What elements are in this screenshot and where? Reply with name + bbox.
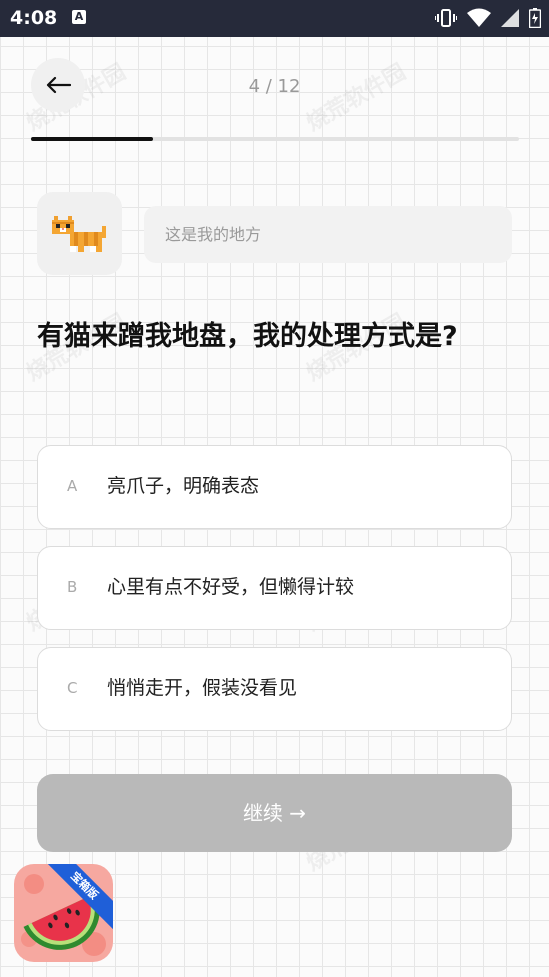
option-label: 亮爪子，明确表态 bbox=[107, 475, 260, 497]
battery-icon bbox=[529, 8, 541, 28]
status-time: 4:08 bbox=[10, 7, 58, 29]
signal-icon bbox=[501, 9, 519, 27]
notification-a-icon: A bbox=[72, 10, 86, 24]
progress-counter: 4 / 12 bbox=[248, 76, 301, 97]
watermelon-app-icon[interactable]: 宝箱版 bbox=[14, 864, 113, 962]
status-icons bbox=[435, 8, 541, 28]
option-b[interactable]: B 心里有点不好受，但懒得计较 bbox=[37, 546, 512, 630]
progress-bar-fill bbox=[31, 137, 153, 141]
option-letter: A bbox=[67, 477, 78, 495]
continue-button[interactable]: 继续 → bbox=[37, 774, 512, 852]
status-bar: 4:08 A bbox=[0, 0, 549, 37]
option-a[interactable]: A 亮爪子，明确表态 bbox=[37, 445, 512, 529]
cat-pixel-icon bbox=[51, 215, 106, 252]
vibrate-icon bbox=[435, 9, 457, 27]
option-label: 心里有点不好受，但懒得计较 bbox=[107, 576, 355, 598]
cat-avatar bbox=[37, 192, 122, 275]
option-c[interactable]: C 悄悄走开，假装没看见 bbox=[37, 647, 512, 731]
option-letter: B bbox=[67, 578, 78, 596]
question-title: 有猫来蹭我地盘，我的处理方式是? bbox=[37, 321, 458, 352]
option-letter: C bbox=[67, 679, 78, 697]
speech-bubble: 这是我的地方 bbox=[144, 206, 512, 263]
option-label: 悄悄走开，假装没看见 bbox=[107, 677, 298, 699]
progress-bar bbox=[31, 137, 519, 141]
wifi-icon bbox=[467, 8, 491, 27]
